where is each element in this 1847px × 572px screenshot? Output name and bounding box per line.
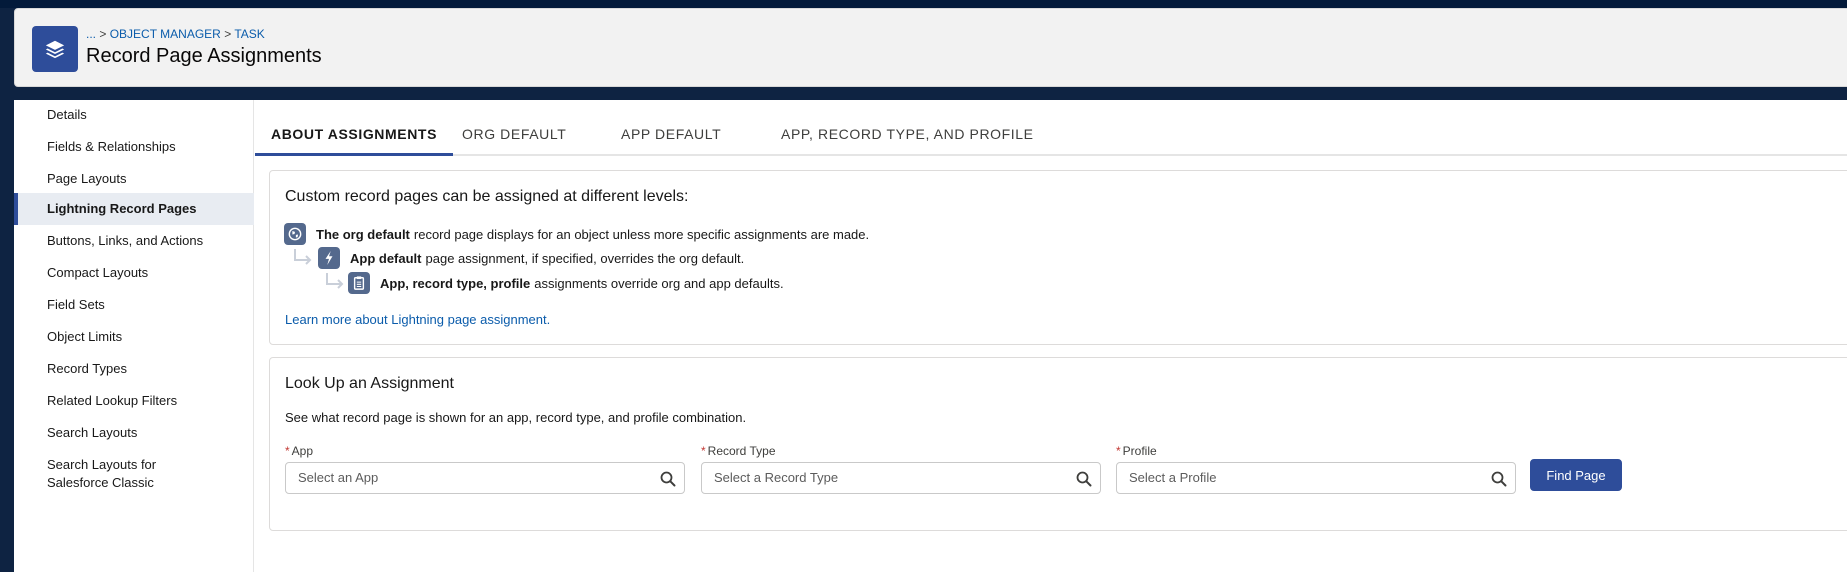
object-sidebar: Details Fields & Relationships Page Layo… [14, 100, 254, 572]
learn-more-link[interactable]: Learn more about Lightning page assignme… [285, 312, 550, 327]
level-app-default-bold: App default [350, 250, 422, 266]
breadcrumb-separator: > [99, 27, 107, 41]
required-marker: * [285, 444, 290, 458]
find-page-button[interactable]: Find Page [1530, 459, 1622, 491]
record-type-lookup[interactable] [701, 462, 1101, 494]
sidebar-item-compact-layouts[interactable]: Compact Layouts [14, 264, 254, 282]
tab-app-default[interactable]: APP DEFAULT [621, 126, 721, 156]
page-title: Record Page Assignments [86, 45, 322, 67]
sidebar-item-details[interactable]: Details [14, 106, 254, 124]
search-icon[interactable] [1076, 471, 1092, 487]
clipboard-icon [348, 272, 370, 294]
app-lookup-input[interactable] [298, 470, 648, 485]
level-org-default: The org default record page displays for… [284, 223, 869, 245]
search-icon[interactable] [1491, 471, 1507, 487]
sidebar-item-lightning-record-pages[interactable]: Lightning Record Pages [14, 193, 254, 225]
level-app-default-text: page assignment, if specified, overrides… [425, 250, 745, 266]
about-card-title: Custom record pages can be assigned at d… [285, 188, 689, 205]
hierarchy-arrow-icon [326, 273, 344, 289]
layers-icon [32, 26, 78, 72]
hierarchy-arrow-icon [294, 249, 312, 265]
page-header: ... > OBJECT MANAGER > TASK Record Page … [14, 8, 1847, 87]
level-app-record-type-profile-bold: App, record type, profile [380, 275, 531, 291]
sidebar-item-search-layouts-classic[interactable]: Search Layouts for Salesforce Classic [14, 456, 214, 492]
tab-org-default[interactable]: ORG DEFAULT [462, 126, 566, 156]
breadcrumb-task[interactable]: TASK [234, 27, 264, 41]
lightning-bolt-icon [318, 247, 340, 269]
profile-lookup[interactable] [1116, 462, 1516, 494]
profile-field-label: * Profile [1116, 444, 1157, 458]
level-app-record-type-profile: App, record type, profile assignments ov… [348, 272, 784, 294]
sidebar-item-buttons-links-actions[interactable]: Buttons, Links, and Actions [14, 232, 254, 250]
search-icon[interactable] [660, 471, 676, 487]
lookup-card-subtitle: See what record page is shown for an app… [285, 410, 747, 425]
record-type-field-label: * Record Type [701, 444, 776, 458]
lookup-card-title: Look Up an Assignment [285, 375, 454, 392]
lookup-assignment-card: Look Up an Assignment See what record pa… [269, 357, 1847, 531]
required-marker: * [1116, 444, 1121, 458]
sidebar-item-object-limits[interactable]: Object Limits [14, 328, 254, 346]
level-org-default-text: record page displays for an object unles… [413, 226, 870, 242]
sidebar-item-fields-relationships[interactable]: Fields & Relationships [14, 138, 254, 156]
breadcrumb: ... > OBJECT MANAGER > TASK [86, 27, 265, 41]
globe-icon [284, 223, 306, 245]
about-assignments-card: Custom record pages can be assigned at d… [269, 170, 1847, 345]
app-lookup[interactable] [285, 462, 685, 494]
breadcrumb-ellipsis[interactable]: ... [86, 27, 96, 41]
assignment-tabs: ABOUT ASSIGNMENTS ORG DEFAULT APP DEFAUL… [255, 100, 1847, 156]
tab-app-record-type-profile[interactable]: APP, RECORD TYPE, AND PROFILE [781, 126, 1034, 156]
main-content: ABOUT ASSIGNMENTS ORG DEFAULT APP DEFAUL… [255, 100, 1847, 572]
level-app-record-type-profile-text: assignments override org and app default… [534, 275, 784, 291]
active-tab-indicator [255, 153, 453, 156]
profile-lookup-input[interactable] [1129, 470, 1479, 485]
record-type-lookup-input[interactable] [714, 470, 1064, 485]
tab-about-assignments[interactable]: ABOUT ASSIGNMENTS [271, 126, 437, 156]
level-app-default: App default page assignment, if specifie… [318, 247, 744, 269]
sidebar-item-search-layouts[interactable]: Search Layouts [14, 424, 254, 442]
sidebar-item-related-lookup-filters[interactable]: Related Lookup Filters [14, 392, 254, 410]
level-org-default-bold: The org default [316, 226, 410, 242]
breadcrumb-object-manager[interactable]: OBJECT MANAGER [110, 27, 221, 41]
page-body: Details Fields & Relationships Page Layo… [14, 100, 1847, 572]
sidebar-item-field-sets[interactable]: Field Sets [14, 296, 254, 314]
required-marker: * [701, 444, 706, 458]
breadcrumb-separator: > [224, 27, 232, 41]
app-field-label: * App [285, 444, 314, 458]
sidebar-item-page-layouts[interactable]: Page Layouts [14, 170, 254, 188]
sidebar-item-record-types[interactable]: Record Types [14, 360, 254, 378]
global-top-bar [0, 0, 1847, 8]
